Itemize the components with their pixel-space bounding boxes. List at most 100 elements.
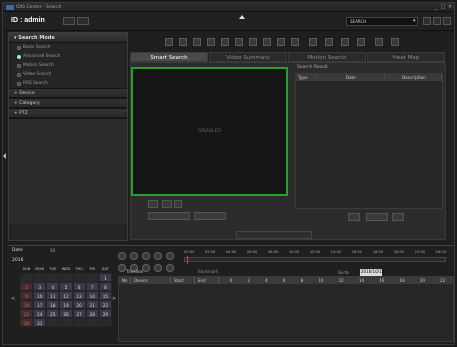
tab-motion-search[interactable]: Motion Search [288,52,366,62]
print-icon[interactable] [249,38,257,46]
calendar-day[interactable]: 31 [33,318,47,327]
save-icon[interactable] [423,17,431,25]
collapse-arrow-icon[interactable] [239,15,245,19]
calendar-day[interactable]: 30 [20,318,34,327]
calendar-next-icon[interactable]: > [112,296,116,302]
calendar-day[interactable]: 10 [33,291,47,300]
layout-icon[interactable] [77,17,89,25]
col-description[interactable]: Description [385,74,442,81]
next-page-button[interactable] [392,213,404,221]
calendar-day[interactable]: 7 [85,282,99,291]
monitor-icon[interactable] [63,17,75,25]
person-icon[interactable] [391,38,399,46]
zoom-out-icon[interactable] [325,38,333,46]
calendar-day[interactable]: 17 [33,300,47,309]
play-back-icon[interactable] [130,252,138,260]
pin-icon[interactable] [291,38,299,46]
calendar-day[interactable]: 24 [33,309,47,318]
calendar-day[interactable]: 28 [85,309,99,318]
tab-heat-map[interactable]: Heat Map [367,52,445,62]
pause-icon[interactable] [142,252,150,260]
camera-icon[interactable] [235,38,243,46]
calendar-day[interactable]: 3 [33,282,47,291]
tab-smart-search[interactable]: Smart Search [130,52,208,62]
panel-collapse-arrow-icon[interactable] [3,153,6,159]
calendar-day[interactable]: 11 [46,291,60,300]
record-grid[interactable]: No Device Start End 0 2 4 6 8 10 12 14 16 18 20 22 [118,276,454,342]
lock-icon[interactable] [375,38,383,46]
col-date[interactable]: Date [316,74,385,81]
timeline[interactable]: 00:00 02:00 04:00 06:00 08:00 10:00 12:00 14:00… [184,250,446,270]
calendar-day[interactable]: 19 [59,300,73,309]
search-button[interactable] [236,231,312,239]
search-mode-basic[interactable]: Basic Search [9,43,127,52]
step-back-icon[interactable] [118,264,126,272]
list-icon[interactable] [207,38,215,46]
calendar-day[interactable]: 26 [59,309,73,318]
timeline-tab[interactable]: Timeline [126,269,143,274]
calendar-day[interactable]: 12 [59,291,73,300]
calendar-day[interactable]: 23 [20,309,34,318]
maximize-button[interactable]: □ [440,4,446,10]
play-icon[interactable] [154,252,162,260]
rewind-icon[interactable] [118,252,126,260]
calendar-day[interactable]: 20 [72,300,86,309]
calendar-day[interactable]: 29 [98,309,112,318]
calendar-day[interactable]: 15 [98,291,112,300]
split-icon[interactable] [193,38,201,46]
category-section[interactable]: + Category [9,98,127,108]
bookmark-tab[interactable]: Bookmark [198,269,218,274]
export-icon[interactable] [221,38,229,46]
zoom-reset-icon[interactable] [341,38,349,46]
speed-icon[interactable] [154,264,162,272]
calendar-day[interactable]: 8 [98,282,112,291]
step-forward-icon[interactable] [142,264,150,272]
loop-icon[interactable] [166,264,174,272]
tab-video-summary[interactable]: Video Summary [209,52,287,62]
control-box[interactable] [148,212,190,220]
minimize-button[interactable]: _ [433,4,439,10]
calendar-day[interactable]: 25 [46,309,60,318]
copy-icon[interactable] [263,38,271,46]
calendar-day[interactable]: 16 [20,300,34,309]
calendar-day[interactable]: 4 [46,282,60,291]
control-box[interactable] [174,200,182,208]
calendar-day[interactable]: 13 [72,291,86,300]
calendar-day[interactable]: 9 [20,291,34,300]
calendar-day[interactable]: 2 [20,282,34,291]
search-mode-advanced[interactable]: Advanced Search [9,52,127,61]
timeline-marker[interactable] [187,256,188,264]
calendar-day[interactable]: 1 [98,273,112,282]
result-list[interactable]: Type Date Description [295,73,443,209]
calendar-day[interactable]: 5 [59,282,73,291]
calendar-day[interactable]: 21 [85,300,99,309]
device-section[interactable]: + Device [9,88,127,98]
prev-page-button[interactable] [348,213,360,221]
calendar-day[interactable]: 14 [85,291,99,300]
search-mode-header[interactable]: ▾ Search Mode [9,33,127,43]
arrow-icon[interactable] [357,38,365,46]
col-type[interactable]: Type [296,74,316,81]
zoom-in-icon[interactable] [309,38,317,46]
search-dropdown-icon[interactable]: ▾ [413,18,416,24]
search-mode-video[interactable]: Video Search [9,70,127,79]
timeline-bar[interactable] [184,256,446,264]
search-input[interactable]: SEARCH [346,17,418,26]
audio-icon[interactable] [277,38,285,46]
page-control[interactable] [366,213,388,221]
calendar-day[interactable]: 27 [72,309,86,318]
control-box[interactable] [162,200,172,208]
ptz-section[interactable]: + PTZ [9,108,127,118]
search-mode-motion[interactable]: Motion Search [9,61,127,70]
go-to-date-input[interactable]: 2016/10/15 [360,269,384,276]
forward-icon[interactable] [166,252,174,260]
control-box[interactable] [194,212,226,220]
calendar-day[interactable]: 18 [46,300,60,309]
close-button[interactable]: × [447,4,453,10]
settings-icon[interactable] [433,17,441,25]
calendar-day[interactable]: 22 [98,300,112,309]
calendar-day[interactable]: 6 [72,282,86,291]
control-box[interactable] [148,200,158,208]
help-icon[interactable] [443,17,451,25]
video-view[interactable]: DISABLED [131,67,288,196]
